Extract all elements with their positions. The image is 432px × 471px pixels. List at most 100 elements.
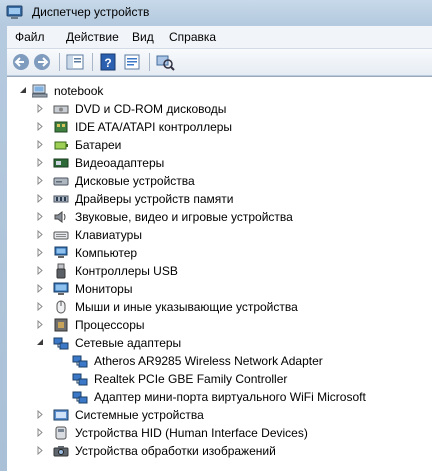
collapsed-arrow-icon[interactable] <box>36 212 45 221</box>
tree-category-label: Клавиатуры <box>75 228 142 242</box>
computer-icon <box>32 84 48 98</box>
collapsed-arrow-icon[interactable] <box>36 248 45 257</box>
keyboard-icon <box>53 231 69 240</box>
tree-category[interactable]: Контроллеры USB <box>7 262 427 280</box>
dvd-drive-icon <box>53 105 69 114</box>
collapsed-arrow-icon[interactable] <box>36 122 45 131</box>
usb-icon <box>56 263 66 279</box>
tree-category[interactable]: Сетевые адаптеры <box>7 334 427 352</box>
disk-drive-icon <box>53 177 69 186</box>
tree-category[interactable]: Мыши и иные указывающие устройства <box>7 298 427 316</box>
menu-help[interactable]: Справка <box>169 30 216 44</box>
toolbar-separator <box>149 53 150 71</box>
menu-action[interactable]: Действие <box>66 30 119 44</box>
svg-text:?: ? <box>104 56 111 70</box>
toolbar-separator <box>92 53 93 71</box>
network-adapter-icon <box>72 373 88 386</box>
show-hide-console-tree-icon[interactable] <box>65 52 85 72</box>
collapsed-arrow-icon[interactable] <box>36 284 45 293</box>
collapsed-arrow-icon[interactable] <box>36 176 45 185</box>
scan-hardware-icon[interactable] <box>155 52 175 72</box>
collapsed-arrow-icon[interactable] <box>36 428 45 437</box>
tree-category-label: Компьютер <box>75 246 138 260</box>
tree-category[interactable]: Дисковые устройства <box>7 172 427 190</box>
tree-category[interactable]: Батареи <box>7 136 427 154</box>
properties-icon[interactable] <box>122 52 142 72</box>
tree-category[interactable]: Драйверы устройств памяти <box>7 190 427 208</box>
menu-view[interactable]: Вид <box>132 30 154 44</box>
tree-category-label: Батареи <box>75 138 122 152</box>
monitor-icon <box>53 282 69 295</box>
display-adapter-icon <box>53 158 69 168</box>
expanded-arrow-icon[interactable] <box>19 86 28 95</box>
tree-category-label: Видеоадаптеры <box>75 156 165 170</box>
device-manager-window: Диспетчер устройств Файл Действие Вид Сп… <box>0 0 432 471</box>
memory-driver-icon <box>53 195 69 203</box>
tree-device-label: Realtek PCIe GBE Family Controller <box>94 372 288 386</box>
battery-icon <box>54 141 68 150</box>
tree-category-label: Контроллеры USB <box>75 264 178 278</box>
device-manager-icon <box>6 5 23 19</box>
help-icon[interactable]: ? <box>98 52 118 72</box>
collapsed-arrow-icon[interactable] <box>36 158 45 167</box>
tree-category-label: Мыши и иные указывающие устройства <box>75 300 298 314</box>
tree-category-label: Дисковые устройства <box>75 174 195 188</box>
speaker-icon <box>54 211 66 223</box>
tree-category-label: DVD и CD-ROM дисководы <box>75 102 227 116</box>
system-devices-icon <box>53 409 69 421</box>
tree-category[interactable]: DVD и CD-ROM дисководы <box>7 100 427 118</box>
hid-icon <box>55 426 67 440</box>
collapsed-arrow-icon[interactable] <box>36 410 45 419</box>
network-adapter-icon <box>72 355 88 368</box>
network-adapter-icon <box>53 337 69 350</box>
tree-category[interactable]: Процессоры <box>7 316 427 334</box>
tree-category[interactable]: Устройства HID (Human Interface Devices) <box>7 424 427 442</box>
expanded-arrow-icon[interactable] <box>36 338 45 347</box>
tree-root-label: notebook <box>54 84 104 98</box>
menu-bar: Файл Действие Вид Справка <box>7 26 432 49</box>
collapsed-arrow-icon[interactable] <box>36 266 45 275</box>
collapsed-arrow-icon[interactable] <box>36 446 45 455</box>
tree-category-label: Процессоры <box>75 318 145 332</box>
tree-category[interactable]: Системные устройства <box>7 406 427 424</box>
back-arrow-icon[interactable] <box>11 52 31 72</box>
collapsed-arrow-icon[interactable] <box>36 302 45 311</box>
tree-category[interactable]: Видеоадаптеры <box>7 154 427 172</box>
tree-category[interactable]: Компьютер <box>7 244 427 262</box>
network-adapter-icon <box>72 391 88 404</box>
imaging-device-icon <box>53 446 69 457</box>
tree-device-item[interactable]: Realtek PCIe GBE Family Controller <box>7 370 427 388</box>
tree-category-label: Сетевые адаптеры <box>75 336 182 350</box>
tree-category-label: Звуковые, видео и игровые устройства <box>75 210 293 224</box>
forward-arrow-icon[interactable] <box>32 52 52 72</box>
menu-file[interactable]: Файл <box>15 30 45 44</box>
device-tree[interactable]: notebook DVD и CD-ROM дисководы IDE ATA/A… <box>7 76 432 471</box>
tree-category-label: IDE ATA/ATAPI контроллеры <box>75 120 233 134</box>
window-title: Диспетчер устройств <box>32 5 150 19</box>
tree-category[interactable]: Устройства обработки изображений <box>7 442 427 460</box>
tree-category-label: Устройства обработки изображений <box>75 444 276 458</box>
tree-category-label: Мониторы <box>75 282 133 296</box>
tree-category-label: Драйверы устройств памяти <box>75 192 234 206</box>
tree-category[interactable]: IDE ATA/ATAPI контроллеры <box>7 118 427 136</box>
tree-category[interactable]: Звуковые, видео и игровые устройства <box>7 208 427 226</box>
collapsed-arrow-icon[interactable] <box>36 230 45 239</box>
toolbar: ? <box>7 49 432 76</box>
tree-root[interactable]: notebook <box>7 82 207 100</box>
tree-category[interactable]: Мониторы <box>7 280 427 298</box>
processor-icon <box>54 318 68 332</box>
collapsed-arrow-icon[interactable] <box>36 320 45 329</box>
collapsed-arrow-icon[interactable] <box>36 104 45 113</box>
tree-category-label: Системные устройства <box>75 408 204 422</box>
collapsed-arrow-icon[interactable] <box>36 140 45 149</box>
tree-device-label: Atheros AR9285 Wireless Network Adapter <box>94 354 323 368</box>
tree-category-label: Устройства HID (Human Interface Devices) <box>75 426 308 440</box>
toolbar-separator <box>59 53 60 71</box>
mouse-icon <box>56 300 66 314</box>
tree-device-item[interactable]: Адаптер мини-порта виртуального WiFi Mic… <box>7 388 427 406</box>
ide-controller-icon <box>54 121 68 133</box>
collapsed-arrow-icon[interactable] <box>36 194 45 203</box>
tree-category[interactable]: Клавиатуры <box>7 226 427 244</box>
title-bar[interactable]: Диспетчер устройств <box>0 0 432 26</box>
tree-device-item[interactable]: Atheros AR9285 Wireless Network Adapter <box>7 352 427 370</box>
